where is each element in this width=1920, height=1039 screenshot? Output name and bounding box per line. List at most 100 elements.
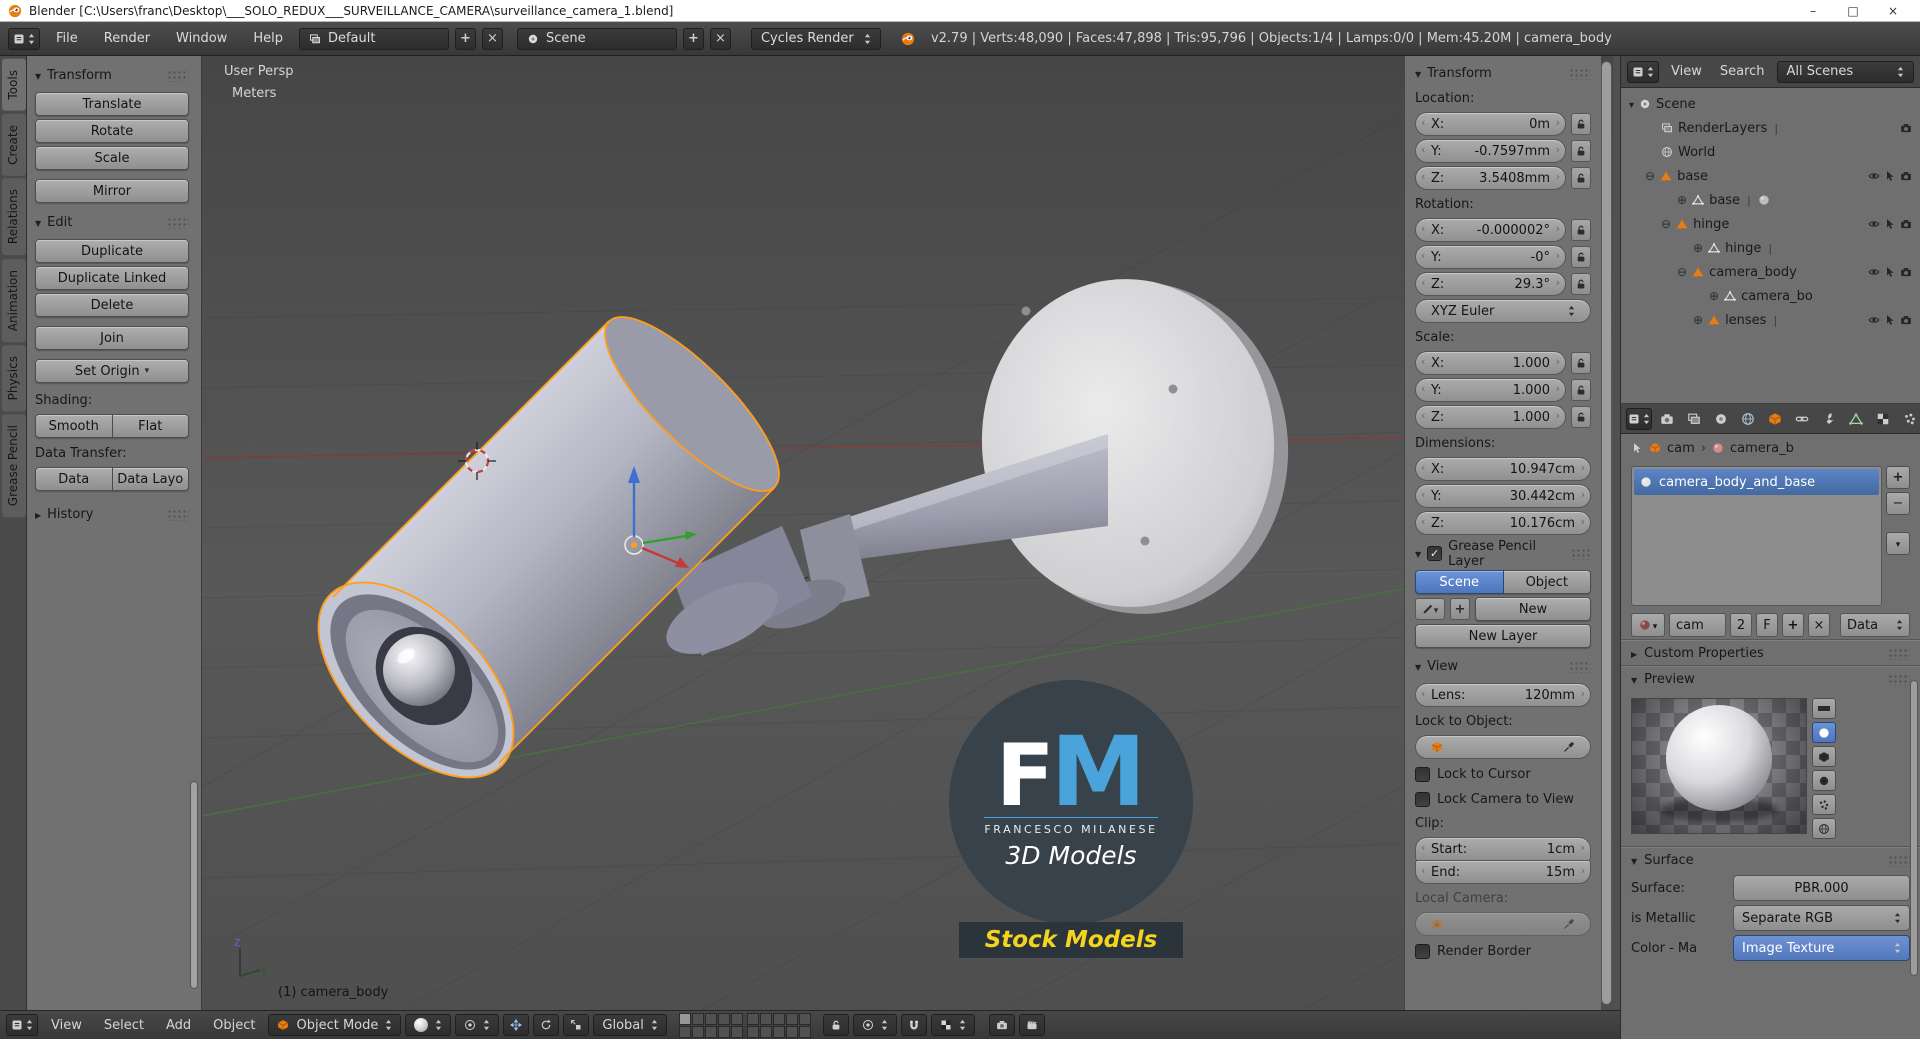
scale-y-field[interactable]: Y: 1.000: [1415, 378, 1566, 402]
breadcrumb-data[interactable]: camera_b: [1730, 441, 1794, 456]
lock-rotation-x-button[interactable]: [1571, 219, 1591, 241]
rotation-y-field[interactable]: Y: -0°: [1415, 245, 1566, 269]
outliner-row-scene[interactable]: Scene: [1621, 92, 1920, 116]
panel-header-transform[interactable]: Transform: [1415, 60, 1591, 87]
expand-caret-icon[interactable]: [1709, 289, 1719, 304]
render-camera-icon[interactable]: [1900, 218, 1912, 230]
tool-tab-relations[interactable]: Relations: [2, 178, 26, 256]
set-origin-dropdown[interactable]: Set Origin: [35, 359, 189, 383]
render-engine-selector[interactable]: Cycles Render: [750, 27, 881, 50]
eye-icon[interactable]: [1868, 218, 1880, 230]
tab-object-data[interactable]: [1844, 407, 1868, 431]
snap-toggle[interactable]: [900, 1014, 927, 1036]
add-scene-button[interactable]: [682, 27, 704, 50]
outliner-row-lenses-object[interactable]: lenses: [1621, 308, 1920, 332]
eyedropper-icon[interactable]: [1563, 741, 1575, 753]
data-button[interactable]: Data: [35, 467, 113, 491]
panel-grip[interactable]: [167, 69, 189, 82]
tab-modifiers[interactable]: [1817, 407, 1841, 431]
lock-to-object-field[interactable]: [1415, 735, 1591, 759]
flat-button[interactable]: Flat: [112, 414, 189, 438]
rotation-mode-dropdown[interactable]: XYZ Euler: [1415, 299, 1591, 323]
selectable-cursor-icon[interactable]: [1884, 170, 1896, 182]
manipulator-scale-toggle[interactable]: [563, 1014, 590, 1036]
outliner-row-base-data[interactable]: base: [1621, 188, 1920, 212]
properties-scrollbar[interactable]: [1910, 680, 1918, 976]
location-x-field[interactable]: X: 0m: [1415, 112, 1566, 136]
pivot-point-dropdown[interactable]: [455, 1014, 500, 1036]
selectable-cursor-icon[interactable]: [1884, 218, 1896, 230]
outliner-row-base-object[interactable]: base: [1621, 164, 1920, 188]
layer-cell[interactable]: [717, 1025, 730, 1038]
preview-sphere-button[interactable]: [1812, 722, 1836, 743]
layer-cell[interactable]: [785, 1025, 798, 1038]
breadcrumb-object[interactable]: cam: [1667, 441, 1695, 456]
checkbox[interactable]: [1415, 767, 1430, 782]
viewport-shading-dropdown[interactable]: [405, 1014, 452, 1036]
close-scene-button[interactable]: [709, 27, 731, 50]
panel-grip[interactable]: [1569, 67, 1591, 80]
gp-new-button[interactable]: New: [1475, 597, 1591, 621]
manipulator-rotate-toggle[interactable]: [533, 1014, 560, 1036]
checkbox[interactable]: [1415, 792, 1430, 807]
mode-dropdown[interactable]: Object Mode: [268, 1014, 402, 1036]
dimensions-y-field[interactable]: Y: 30.442cm: [1415, 484, 1591, 508]
slot-specials-menu-button[interactable]: [1886, 532, 1910, 555]
layer-cell[interactable]: [772, 1012, 785, 1025]
layer-cell[interactable]: [704, 1012, 717, 1025]
preview-hair-button[interactable]: [1812, 794, 1836, 815]
layer-cell[interactable]: [798, 1025, 811, 1038]
material-link-dropdown[interactable]: Data: [1840, 613, 1910, 637]
layer-cell[interactable]: [691, 1025, 704, 1038]
rotate-button[interactable]: Rotate: [35, 119, 189, 143]
tool-tab-physics[interactable]: Physics: [2, 344, 26, 412]
join-button[interactable]: Join: [35, 326, 189, 350]
layer-cell[interactable]: [772, 1025, 785, 1038]
minimize-button[interactable]: –: [1794, 2, 1832, 20]
browse-material-dropdown[interactable]: [1631, 613, 1665, 637]
panel-header-transform[interactable]: Transform: [35, 62, 189, 89]
panel-grip[interactable]: [1570, 547, 1591, 560]
lock-location-y-button[interactable]: [1571, 140, 1591, 162]
close-layout-button[interactable]: [481, 27, 503, 50]
panel-grip[interactable]: [1888, 854, 1910, 867]
viewport-editor-type-selector[interactable]: [6, 1014, 38, 1036]
gp-new-layer-button[interactable]: New Layer: [1415, 624, 1591, 648]
outliner-row-camera-body-data[interactable]: camera_bo: [1621, 284, 1920, 308]
layer-cell[interactable]: [717, 1012, 730, 1025]
layer-cell[interactable]: [704, 1025, 717, 1038]
layer-cell[interactable]: [785, 1012, 798, 1025]
outliner-editor-type-selector[interactable]: [1627, 60, 1659, 83]
proportional-edit-dropdown[interactable]: [852, 1014, 897, 1036]
gp-add-button[interactable]: [1450, 598, 1470, 620]
duplicate-button[interactable]: Duplicate: [35, 239, 189, 263]
lock-to-cursor-toggle[interactable]: Lock to Cursor: [1415, 762, 1591, 787]
viewport-scrollbar[interactable]: [1601, 61, 1612, 1005]
properties-editor-type-selector[interactable]: [1626, 407, 1652, 430]
tab-object[interactable]: [1763, 407, 1787, 431]
outliner-display-mode-dropdown[interactable]: All Scenes: [1776, 60, 1914, 83]
fake-user-button[interactable]: F: [1756, 613, 1778, 637]
panel-grip[interactable]: [167, 508, 189, 521]
screen-layout-selector[interactable]: Default: [298, 27, 449, 50]
close-button[interactable]: ×: [1874, 2, 1912, 20]
outliner-row-world[interactable]: World: [1621, 140, 1920, 164]
gp-draw-tool-dropdown[interactable]: [1415, 598, 1445, 620]
lock-rotation-y-button[interactable]: [1571, 246, 1591, 268]
scale-button[interactable]: Scale: [35, 146, 189, 170]
rotation-x-field[interactable]: X: -0.000002°: [1415, 218, 1566, 242]
panel-grip[interactable]: [1888, 673, 1910, 686]
local-camera-field[interactable]: [1415, 912, 1591, 936]
eyedropper-icon[interactable]: [1563, 918, 1575, 930]
material-slot-selected[interactable]: camera_body_and_base: [1634, 469, 1879, 495]
snap-element-dropdown[interactable]: [930, 1014, 975, 1036]
lock-scale-y-button[interactable]: [1571, 379, 1591, 401]
tool-tab-tools[interactable]: Tools: [2, 59, 26, 111]
lens-field[interactable]: Lens: 120mm: [1415, 683, 1591, 707]
preview-flat-button[interactable]: [1812, 698, 1836, 719]
gp-scene-button[interactable]: Scene: [1415, 570, 1504, 594]
menu-window[interactable]: Window: [166, 27, 237, 51]
pin-cursor-icon[interactable]: [1631, 442, 1643, 454]
dimensions-x-field[interactable]: X: 10.947cm: [1415, 457, 1591, 481]
dimensions-z-field[interactable]: Z: 10.176cm: [1415, 511, 1591, 535]
